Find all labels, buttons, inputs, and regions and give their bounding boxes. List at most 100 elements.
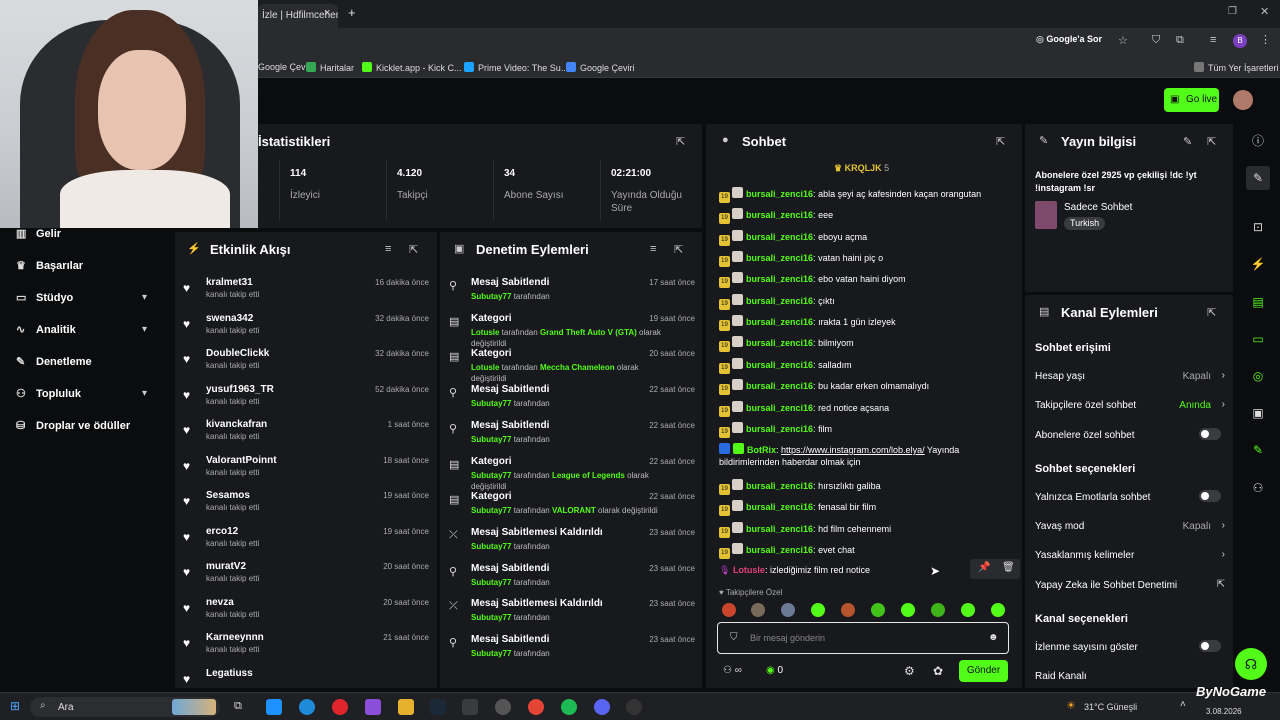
moderator-name[interactable]: Subutay77 xyxy=(471,649,511,658)
popout-icon[interactable]: ⇱ xyxy=(676,135,685,148)
moderation-category[interactable]: League of Legends xyxy=(552,471,625,480)
app-icon[interactable] xyxy=(495,699,511,715)
moderator-name[interactable]: Lotusle xyxy=(471,328,499,337)
obs-icon[interactable] xyxy=(626,699,642,715)
taskbar-date[interactable]: 3.08.2026 xyxy=(1206,707,1242,716)
chat-username[interactable]: bursali_zenci16 xyxy=(746,545,813,555)
stream-category[interactable]: Sadece Sohbet xyxy=(1064,202,1132,213)
kick-coin-counter[interactable]: ◉ 0 xyxy=(766,665,783,676)
top-gifter[interactable]: ♛ KRQLJK 5 xyxy=(834,163,889,174)
moderator-name[interactable]: Subutay77 xyxy=(471,292,511,301)
activity-item[interactable]: ♥ Sesamos kanalı takip etti 19 saat önce xyxy=(183,490,429,520)
broadcast-icon[interactable]: ◎ xyxy=(1246,364,1270,388)
bookmark-star-icon[interactable]: ☆ xyxy=(1118,34,1128,47)
bookmark-1[interactable]: Google Çeviri xyxy=(258,62,313,72)
bookmark-4[interactable]: Prime Video: The Su... xyxy=(464,62,568,73)
edit-pencil-icon[interactable]: ✎ xyxy=(1183,135,1192,148)
activity-item[interactable]: ♥ nevza kanalı takip etti 20 saat önce xyxy=(183,597,429,627)
task-view-icon[interactable]: ⧉ xyxy=(234,700,242,713)
toggle-switch[interactable] xyxy=(1199,490,1221,502)
chat-username[interactable]: Lotusle xyxy=(733,565,765,575)
file-explorer-icon[interactable] xyxy=(398,699,414,715)
profile-icon[interactable]: B xyxy=(1233,34,1247,48)
chevron-down-icon[interactable]: ▾ xyxy=(142,292,147,303)
store-icon[interactable] xyxy=(462,699,478,715)
info-icon[interactable]: ⓘ xyxy=(1246,129,1270,153)
popout-icon[interactable]: ⇱ xyxy=(996,135,1005,148)
emote-10[interactable] xyxy=(991,603,1005,617)
capture-icon[interactable]: ⊡ xyxy=(1246,215,1270,239)
edge-icon[interactable] xyxy=(299,699,315,715)
wrench-icon[interactable]: ✎ xyxy=(1246,438,1270,462)
ai-moderation-row[interactable]: Yapay Zeka ile Sohbet Denetimi ⇱ xyxy=(1035,579,1225,591)
pin-icon[interactable]: 📌 xyxy=(978,562,990,573)
moderation-category[interactable]: Meccha Chameleon xyxy=(540,363,615,372)
bookmark-5[interactable]: Google Çeviri xyxy=(566,62,635,73)
chat-username[interactable]: bursali_zenci16 xyxy=(746,253,813,263)
chat-username[interactable]: bursali_zenci16 xyxy=(746,424,813,434)
menu-icon[interactable]: ⋮ xyxy=(1260,33,1271,46)
reading-list-icon[interactable]: ≡ xyxy=(1210,34,1216,46)
sidebar-item-gelir[interactable]: ▥ Gelir xyxy=(16,227,61,240)
connected-users-icon[interactable]: ⚇ ∞ xyxy=(723,665,742,676)
chat-username[interactable]: BotRix xyxy=(747,445,776,455)
edit-icon[interactable]: ✎ xyxy=(1246,166,1270,190)
emote-8[interactable] xyxy=(931,603,945,617)
sidebar-item-studyo[interactable]: ▭ Stüdyo xyxy=(16,291,73,304)
activity-item[interactable]: ♥ kralmet31 kanalı takip etti 16 dakika önc… xyxy=(183,277,429,307)
emote-6[interactable] xyxy=(871,603,885,617)
chat-username[interactable]: bursali_zenci16 xyxy=(746,210,813,220)
support-headset-icon[interactable]: ☊ xyxy=(1235,648,1267,680)
sidebar-item-denetleme[interactable]: ✎ Denetleme xyxy=(16,355,92,368)
chat-icon[interactable]: ▭ xyxy=(1246,327,1270,351)
toggle-switch[interactable] xyxy=(1199,640,1221,652)
toggle-switch[interactable] xyxy=(1199,428,1221,440)
chat-username[interactable]: bursali_zenci16 xyxy=(746,403,813,413)
activity-item[interactable]: ♥ muratV2 kanalı takip etti 20 saat önce xyxy=(183,561,429,591)
activity-item[interactable]: ♥ yusuf1963_TR kanalı takip etti 52 dakika … xyxy=(183,384,429,414)
all-bookmarks[interactable]: Tüm Yer İşaretleri xyxy=(1194,62,1279,73)
emote-9[interactable] xyxy=(961,603,975,617)
emote-2[interactable] xyxy=(751,603,765,617)
emote-1[interactable] xyxy=(722,603,736,617)
moderation-category[interactable]: Grand Theft Auto V (GTA) xyxy=(540,328,637,337)
moderator-name[interactable]: Subutay77 xyxy=(471,542,511,551)
close-window-icon[interactable]: ✕ xyxy=(1260,5,1269,18)
chat-username[interactable]: bursali_zenci16 xyxy=(746,381,813,391)
emote-7[interactable] xyxy=(901,603,915,617)
moderator-name[interactable]: Subutay77 xyxy=(471,578,511,587)
activity-item[interactable]: ♥ erco12 kanalı takip etti 19 saat önce xyxy=(183,526,429,556)
chat-link[interactable]: https://www.instagram.com/lob.elya/ xyxy=(781,445,925,455)
bot-icon[interactable]: ✿ xyxy=(933,664,943,678)
extensions-icon[interactable]: ⧉ xyxy=(1176,34,1184,47)
popout-icon[interactable]: ⇱ xyxy=(1207,135,1216,148)
sidebar-item-droplar[interactable]: ⛁ Droplar ve ödüller xyxy=(16,419,130,432)
moderator-name[interactable]: Subutay77 xyxy=(471,399,511,408)
popout-icon[interactable]: ⇱ xyxy=(674,243,683,256)
weather-label[interactable]: 31°C Güneşli xyxy=(1084,702,1137,712)
tray-chevron-icon[interactable]: ˄ xyxy=(1180,699,1186,710)
moderator-name[interactable]: Subutay77 xyxy=(471,435,511,444)
activity-item[interactable]: ♥ ValorantPoinnt kanalı takip etti 18 saat … xyxy=(183,455,429,485)
chevron-down-icon[interactable]: ▾ xyxy=(142,324,147,335)
settings-gear-icon[interactable]: ⚙ xyxy=(904,664,915,678)
google-search-button[interactable]: ◎ Google'a Sor xyxy=(1036,34,1102,50)
activity-item[interactable]: ♥ DoubleClickk kanalı takip etti 32 dakika … xyxy=(183,348,429,378)
trash-icon[interactable]: 🗑 xyxy=(1002,562,1015,573)
moderator-name[interactable]: Subutay77 xyxy=(471,506,511,515)
emoji-icon[interactable]: ☻ xyxy=(988,632,999,643)
bookmark-3[interactable]: Kicklet.app - Kick C... xyxy=(362,62,462,73)
connections-icon[interactable]: ⚇ xyxy=(1246,476,1270,500)
sidebar-item-topluluk[interactable]: ⚇ Topluluk xyxy=(16,387,81,400)
new-tab-icon[interactable]: + xyxy=(348,5,356,20)
spotify-icon[interactable] xyxy=(561,699,577,715)
emote-4[interactable] xyxy=(811,603,825,617)
chat-username[interactable]: bursali_zenci16 xyxy=(746,360,813,370)
followers-chat-row[interactable]: Takipçilere özel sohbet Anında › xyxy=(1035,399,1225,411)
steam-icon[interactable] xyxy=(430,699,446,715)
chat-username[interactable]: bursali_zenci16 xyxy=(746,338,813,348)
shield-icon[interactable]: ⛉ xyxy=(1152,34,1160,47)
activity-item[interactable]: ♥ Karneeynnn kanalı takip etti 21 saat önce xyxy=(183,632,429,662)
filter-icon[interactable]: ≡ xyxy=(650,243,656,255)
opera-icon[interactable] xyxy=(332,699,348,715)
